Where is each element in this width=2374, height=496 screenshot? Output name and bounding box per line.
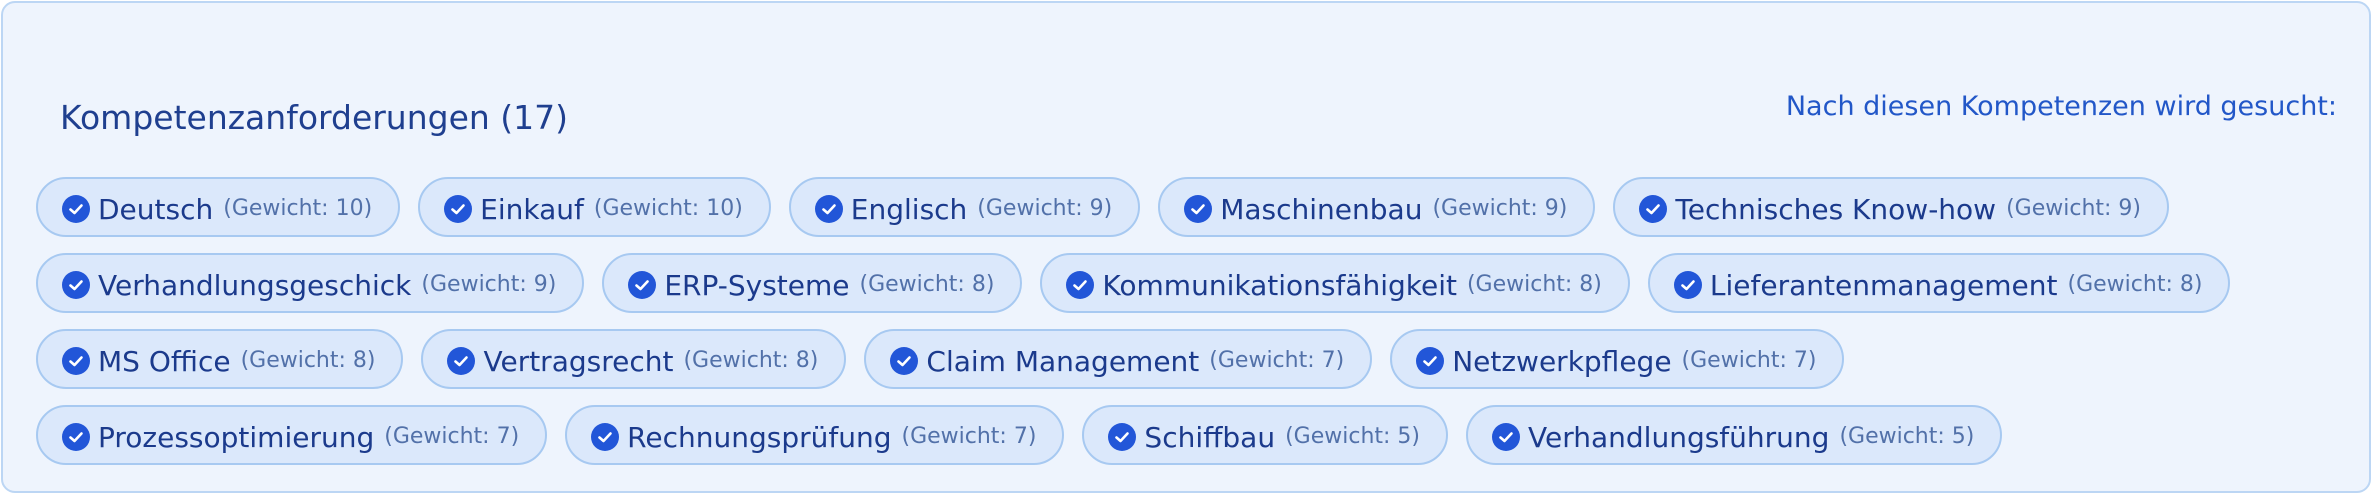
check-circle-icon xyxy=(1492,423,1521,451)
competency-weight: (Gewicht: 7) xyxy=(384,423,520,449)
competency-weight: (Gewicht: 7) xyxy=(901,423,1037,449)
check-circle-icon xyxy=(62,347,90,375)
competency-chip[interactable]: Kommunikationsfähigkeit (Gewicht: 8) xyxy=(1040,253,1630,313)
competency-label: Englisch xyxy=(850,192,968,226)
check-circle-icon xyxy=(1108,423,1137,451)
competency-weight: (Gewicht: 9) xyxy=(2006,195,2141,221)
check-circle-icon xyxy=(62,271,90,299)
competency-chip[interactable]: MS Office (Gewicht: 8) xyxy=(36,329,404,389)
competency-label: Technisches Know-how xyxy=(1675,192,1997,226)
competency-weight: (Gewicht: 8) xyxy=(2067,271,2203,297)
competency-label: Deutsch xyxy=(98,192,214,226)
competency-label: Netzwerkpflege xyxy=(1452,344,1672,378)
competency-weight: (Gewicht: 9) xyxy=(421,271,557,297)
competency-label: Verhandlungsführung xyxy=(1528,420,1830,454)
competency-chip[interactable]: ERP-Systeme (Gewicht: 8) xyxy=(602,253,1023,313)
competency-label: Verhandlungsgeschick xyxy=(98,268,412,302)
competency-weight: (Gewicht: 8) xyxy=(683,347,819,373)
competency-weight: (Gewicht: 8) xyxy=(859,271,995,297)
competency-label: Rechnungsprüfung xyxy=(627,420,892,454)
competency-label: Kommunikationsfähigkeit xyxy=(1102,268,1457,302)
check-circle-icon xyxy=(444,195,473,223)
check-circle-icon xyxy=(814,195,843,223)
competency-label: MS Office xyxy=(98,344,231,378)
competency-weight: (Gewicht: 7) xyxy=(1681,347,1817,373)
check-circle-icon xyxy=(1184,195,1213,223)
panel-title: Kompetenzanforderungen (17) xyxy=(60,98,569,137)
competency-chip[interactable]: Schiffbau (Gewicht: 5) xyxy=(1082,405,1449,465)
check-circle-icon xyxy=(1066,271,1095,299)
competency-label: Einkauf xyxy=(480,192,584,226)
competency-label: Vertragsrecht xyxy=(483,344,674,378)
competency-weight: (Gewicht: 5) xyxy=(1285,423,1421,449)
competency-chip[interactable]: Englisch (Gewicht: 9) xyxy=(788,177,1141,237)
competency-weight: (Gewicht: 8) xyxy=(240,347,376,373)
competency-chip-list: Deutsch (Gewicht: 10) Einkauf (Gewicht: 10)… xyxy=(36,177,2349,465)
competency-label: Claim Management xyxy=(926,344,1200,378)
competency-label: ERP-Systeme xyxy=(664,268,850,302)
competency-chip[interactable]: Verhandlungsgeschick (Gewicht: 9) xyxy=(36,253,585,313)
check-circle-icon xyxy=(890,347,919,375)
competency-weight: (Gewicht: 8) xyxy=(1466,271,1602,297)
competency-weight: (Gewicht: 10) xyxy=(223,195,373,221)
competency-chip[interactable]: Rechnungsprüfung (Gewicht: 7) xyxy=(565,405,1065,465)
competency-weight: (Gewicht: 9) xyxy=(977,195,1113,221)
competency-weight: (Gewicht: 7) xyxy=(1209,347,1345,373)
competency-chip[interactable]: Claim Management (Gewicht: 7) xyxy=(864,329,1373,389)
competency-chip[interactable]: Verhandlungsführung (Gewicht: 5) xyxy=(1466,405,2003,465)
check-circle-icon xyxy=(1416,347,1445,375)
competency-panel: Kompetenzanforderungen (17) Nach diesen … xyxy=(1,1,2371,493)
competency-label: Prozessoptimierung xyxy=(98,420,375,454)
check-circle-icon xyxy=(62,423,90,451)
competency-chip[interactable]: Netzwerkpflege (Gewicht: 7) xyxy=(1390,329,1845,389)
check-circle-icon xyxy=(447,347,476,375)
competency-chip[interactable]: Deutsch (Gewicht: 10) xyxy=(36,177,401,237)
competency-chip[interactable]: Prozessoptimierung (Gewicht: 7) xyxy=(36,405,548,465)
competency-chip[interactable]: Vertragsrecht (Gewicht: 8) xyxy=(421,329,847,389)
competency-label: Lieferantenmanagement xyxy=(1709,268,2058,302)
check-circle-icon xyxy=(62,195,90,223)
competency-weight: (Gewicht: 5) xyxy=(1839,423,1975,449)
check-circle-icon xyxy=(628,271,657,299)
panel-hint: Nach diesen Kompetenzen wird gesucht: xyxy=(1785,91,2337,122)
competency-chip[interactable]: Technisches Know-how (Gewicht: 9) xyxy=(1613,177,2169,237)
competency-chip[interactable]: Lieferantenmanagement (Gewicht: 8) xyxy=(1647,253,2231,313)
competency-label: Maschinenbau xyxy=(1220,192,1423,226)
competency-chip[interactable]: Maschinenbau (Gewicht: 9) xyxy=(1158,177,1596,237)
check-circle-icon xyxy=(1673,271,1702,299)
competency-label: Schiffbau xyxy=(1144,420,1276,454)
check-circle-icon xyxy=(1639,195,1668,223)
competency-chip[interactable]: Einkauf (Gewicht: 10) xyxy=(418,177,771,237)
competency-weight: (Gewicht: 9) xyxy=(1432,195,1568,221)
check-circle-icon xyxy=(591,423,620,451)
competency-weight: (Gewicht: 10) xyxy=(593,195,743,221)
